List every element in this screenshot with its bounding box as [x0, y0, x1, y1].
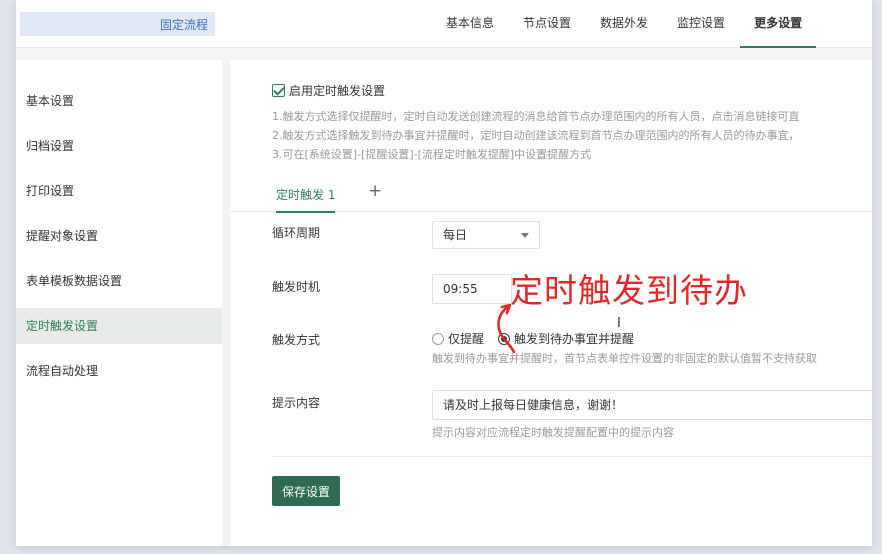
cycle-select-value: 每日: [443, 228, 468, 242]
mode-radio-group: 仅提醒 触发到待办事宜并提醒: [432, 330, 648, 347]
time-label: 触发时机: [272, 280, 321, 294]
content-hint: 提示内容对应流程定时触发提醒配置中的提示内容: [432, 426, 674, 439]
radio-label: 触发到待办事宜并提醒: [514, 332, 635, 346]
cycle-label: 循环周期: [272, 226, 321, 240]
radio-option-remind-only[interactable]: 仅提醒: [432, 330, 484, 347]
tab-data-outbound[interactable]: 数据外发: [586, 0, 662, 48]
tab-node-settings[interactable]: 节点设置: [509, 0, 585, 48]
tab-basic-info[interactable]: 基本信息: [432, 0, 508, 48]
mode-label: 触发方式: [272, 333, 321, 347]
note-line-2: 2.触发方式选择触发到待办事宜并提醒时，定时自动创建该流程到首节点办理范围内的所…: [272, 129, 800, 142]
cycle-select[interactable]: 每日: [432, 221, 540, 249]
sidebar-item-timed-trigger[interactable]: 定时触发设置: [16, 308, 222, 344]
save-settings-button[interactable]: 保存设置: [272, 476, 340, 506]
top-nav-tabs: 基本信息 节点设置 数据外发 监控设置 更多设置: [432, 0, 817, 48]
chevron-down-icon: [521, 233, 529, 238]
enable-timed-trigger-row[interactable]: 启用定时触发设置: [272, 82, 385, 99]
mode-hint: 触发到待办事宜并提醒时，首节点表单控件设置的非固定的默认值暂不支持获取: [432, 352, 817, 365]
sidebar-item-archive[interactable]: 归档设置: [16, 128, 222, 164]
subtab-timed-trigger-1[interactable]: 定时触发 1: [276, 186, 336, 213]
process-type-label: 固定流程: [160, 18, 209, 32]
content-label: 提示内容: [272, 396, 321, 410]
trigger-time-input[interactable]: 09:55: [432, 274, 512, 304]
add-trigger-icon[interactable]: +: [368, 181, 382, 201]
form-divider: [272, 456, 872, 457]
settings-sidebar: 基本设置 归档设置 打印设置 提醒对象设置 表单模板数据设置 定时触发设置 流程…: [16, 60, 222, 546]
sidebar-item-remind-target[interactable]: 提醒对象设置: [16, 218, 222, 254]
text-cursor-icon: Ⅰ: [617, 316, 621, 331]
tab-monitor-settings[interactable]: 监控设置: [663, 0, 739, 48]
radio-label: 仅提醒: [448, 332, 485, 346]
enable-checkbox[interactable]: [272, 84, 285, 97]
prompt-content-input[interactable]: 请及时上报每日健康信息，谢谢！: [432, 390, 872, 420]
sidebar-item-print[interactable]: 打印设置: [16, 173, 222, 209]
tab-more-settings[interactable]: 更多设置: [740, 0, 817, 48]
annotation-arrow-icon: [497, 304, 516, 354]
process-title-box: 固定流程: [20, 12, 215, 36]
sidebar-item-form-template[interactable]: 表单模板数据设置: [16, 263, 222, 299]
trigger-time-value: 09:55: [443, 282, 478, 296]
enable-label: 启用定时触发设置: [289, 84, 386, 98]
note-line-3: 3.可在[系统设置]-[提醒设置]-[流程定时触发提醒]中设置提醒方式: [272, 148, 592, 161]
prompt-content-value: 请及时上报每日健康信息，谢谢！: [443, 398, 624, 412]
trigger-subtabs: 定时触发 1 +: [230, 178, 872, 213]
top-bar: 固定流程 基本信息 节点设置 数据外发 监控设置 更多设置: [16, 0, 872, 48]
sidebar-item-auto-process[interactable]: 流程自动处理: [16, 353, 222, 389]
note-line-1: 1.触发方式选择仅提醒时，定时自动发送创建流程的消息给首节点办理范围内的所有人员…: [272, 110, 800, 123]
annotation-text: 定时触发到待办: [510, 271, 748, 310]
sidebar-item-basic[interactable]: 基本设置: [16, 83, 222, 119]
radio-button[interactable]: [432, 332, 444, 345]
